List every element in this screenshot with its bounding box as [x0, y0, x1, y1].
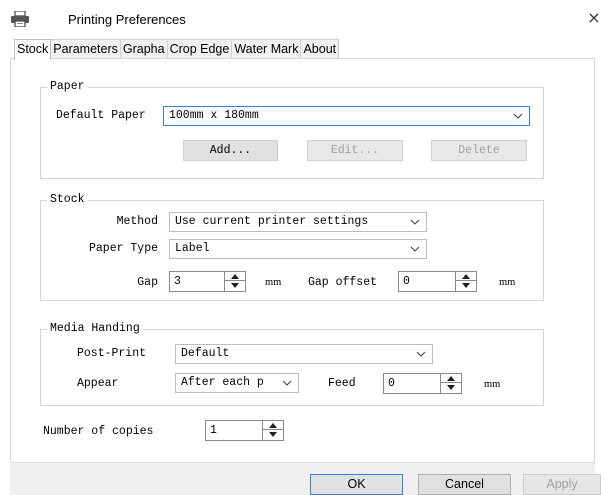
- paper-type-select[interactable]: Label: [169, 239, 427, 259]
- spin-down-button[interactable]: [456, 281, 476, 290]
- copies-stepper[interactable]: 1: [205, 420, 284, 441]
- default-paper-select[interactable]: 100mm x 180mm: [163, 106, 530, 126]
- copies-stepper-controls: [262, 421, 283, 440]
- feed-value: 0: [388, 377, 395, 390]
- default-paper-label: Default Paper: [56, 109, 146, 122]
- stock-group: Stock Method Use current printer setting…: [40, 193, 544, 301]
- chevron-down-icon: [513, 113, 523, 119]
- paper-type-label: Paper Type: [88, 242, 158, 255]
- edit-paper-button[interactable]: Edit...: [307, 140, 403, 161]
- triangle-up-icon: [447, 375, 455, 381]
- gap-offset-label: Gap offset: [308, 276, 378, 289]
- spin-up-button[interactable]: [225, 272, 245, 281]
- chevron-down-icon: [282, 380, 292, 386]
- triangle-up-icon: [231, 273, 239, 279]
- ok-button[interactable]: OK: [310, 474, 403, 495]
- paper-group: Paper Default Paper 100mm x 180mm Add...…: [40, 80, 544, 179]
- appear-label: Appear: [77, 377, 119, 390]
- tab-water-mark[interactable]: Water Mark: [231, 39, 302, 59]
- gap-offset-unit: mm: [499, 277, 516, 288]
- stock-panel: Paper Default Paper 100mm x 180mm Add...…: [10, 58, 595, 463]
- method-label: Method: [116, 215, 158, 228]
- gap-value: 3: [174, 275, 181, 288]
- media-handing-group-label: Media Handing: [47, 322, 143, 336]
- tab-grapha[interactable]: Grapha: [119, 39, 168, 59]
- spin-down-button[interactable]: [263, 430, 283, 439]
- gap-offset-stepper[interactable]: 0: [398, 271, 477, 292]
- method-select[interactable]: Use current printer settings: [169, 212, 427, 232]
- triangle-down-icon: [269, 432, 277, 437]
- dialog-footer: OK Cancel Apply: [10, 463, 601, 495]
- appear-select[interactable]: After each p: [175, 373, 299, 393]
- copies-value: 1: [210, 424, 217, 437]
- paper-group-label: Paper: [47, 80, 88, 94]
- tab-parameters[interactable]: Parameters: [50, 39, 121, 59]
- tab-stock[interactable]: Stock: [14, 39, 52, 60]
- stock-group-label: Stock: [47, 193, 88, 207]
- title-bar: Printing Preferences ×: [0, 0, 605, 38]
- chevron-down-icon: [410, 246, 420, 252]
- gap-offset-stepper-controls: [455, 272, 476, 291]
- spin-down-button[interactable]: [441, 383, 461, 392]
- triangle-down-icon: [231, 283, 239, 288]
- tab-about[interactable]: About: [300, 39, 340, 59]
- spin-up-button[interactable]: [456, 272, 476, 281]
- post-print-label: Post-Print: [77, 347, 147, 360]
- feed-stepper[interactable]: 0: [383, 373, 462, 394]
- default-paper-value: 100mm x 180mm: [169, 109, 259, 122]
- gap-stepper[interactable]: 3: [169, 271, 246, 292]
- feed-stepper-controls: [440, 374, 461, 393]
- close-icon[interactable]: ×: [585, 8, 603, 28]
- feed-label: Feed: [328, 377, 356, 390]
- chevron-down-icon: [410, 219, 420, 225]
- apply-button[interactable]: Apply: [523, 474, 601, 495]
- triangle-up-icon: [269, 422, 277, 428]
- spin-up-button[interactable]: [263, 421, 283, 430]
- gap-label: Gap: [137, 276, 158, 289]
- chevron-down-icon: [416, 351, 426, 357]
- media-handing-group: Media Handing Post-Print Default Appear …: [40, 322, 544, 406]
- window-title: Printing Preferences: [68, 12, 186, 27]
- gap-offset-value: 0: [403, 275, 410, 288]
- triangle-up-icon: [462, 273, 470, 279]
- paper-type-value: Label: [175, 242, 210, 255]
- spin-up-button[interactable]: [441, 374, 461, 383]
- triangle-down-icon: [462, 283, 470, 288]
- tab-bar: Stock Parameters Grapha Crop Edge Water …: [14, 39, 340, 60]
- triangle-down-icon: [447, 385, 455, 390]
- delete-paper-button[interactable]: Delete: [431, 140, 527, 161]
- tab-crop-edge[interactable]: Crop Edge: [166, 39, 233, 59]
- add-paper-button[interactable]: Add...: [183, 140, 278, 161]
- appear-value: After each p: [181, 376, 264, 389]
- printer-icon: [11, 11, 29, 27]
- post-print-value: Default: [181, 347, 230, 360]
- spin-down-button[interactable]: [225, 281, 245, 290]
- method-value: Use current printer settings: [175, 215, 369, 228]
- feed-unit: mm: [484, 379, 501, 390]
- post-print-select[interactable]: Default: [175, 344, 433, 364]
- cancel-button[interactable]: Cancel: [418, 474, 511, 495]
- gap-stepper-controls: [224, 272, 245, 291]
- copies-label: Number of copies: [43, 425, 154, 438]
- gap-unit: mm: [265, 277, 282, 288]
